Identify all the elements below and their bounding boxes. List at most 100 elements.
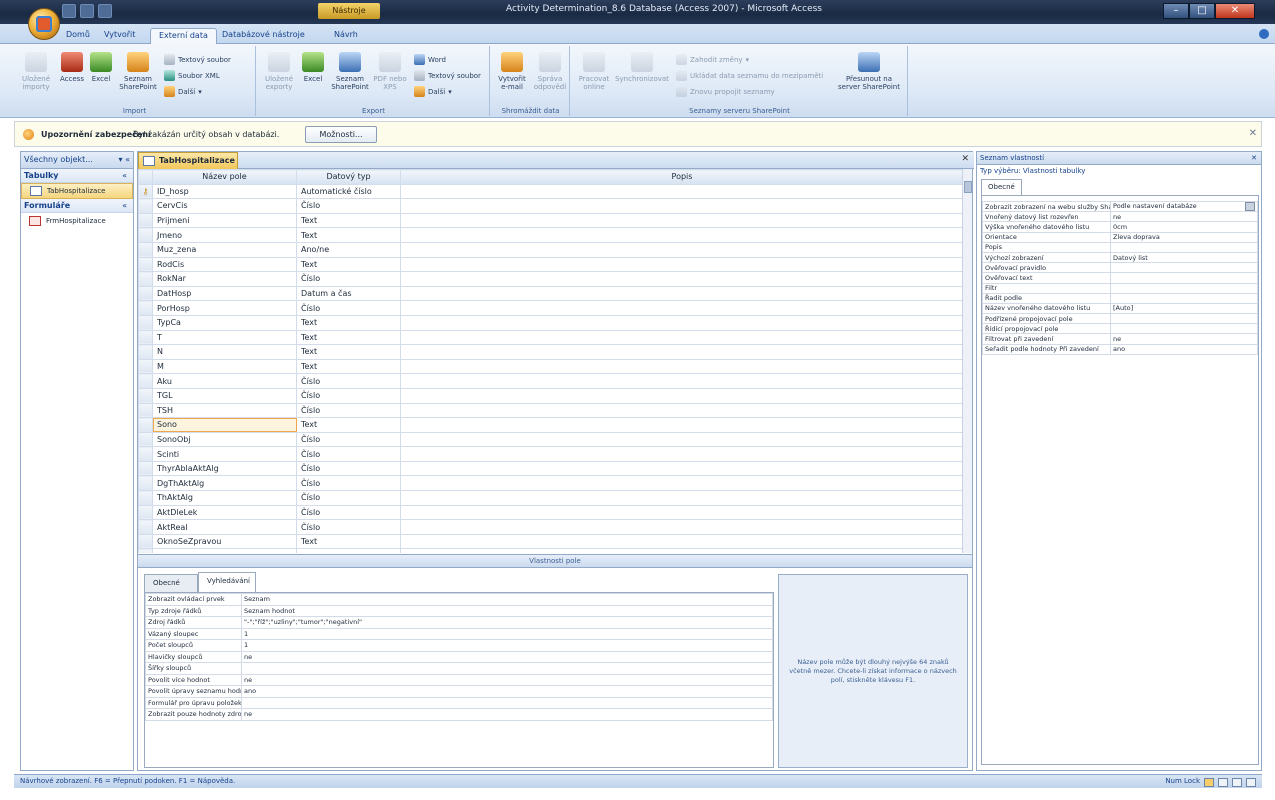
row-selector[interactable] [138,271,153,287]
field-name-cell[interactable]: TypCa [152,314,297,331]
row-selector[interactable] [138,227,153,243]
minimize-button[interactable]: – [1163,3,1189,19]
property-value[interactable]: ne [241,650,773,663]
table-row[interactable]: CervCis Číslo [138,198,964,214]
description-cell[interactable] [400,533,964,550]
property-value[interactable] [241,696,773,709]
data-type-cell[interactable]: Číslo [296,490,401,506]
description-cell[interactable] [400,548,964,553]
table-row[interactable]: PorHosp Číslo [138,300,964,316]
field-name-cell[interactable]: RodCis [152,256,297,273]
row-selector[interactable] [138,402,153,419]
export-text-file-button[interactable]: Textový soubor [414,70,481,81]
description-cell[interactable] [400,285,964,302]
field-name-cell[interactable]: SonoObj [152,431,297,448]
property-value[interactable]: [Auto] [1110,302,1258,315]
table-row[interactable]: Muz_zena Ano/ne [138,241,964,258]
data-type-cell[interactable]: Číslo [296,504,401,521]
table-row[interactable]: TypCa Text [138,314,964,331]
data-type-cell[interactable]: Text [296,548,401,553]
property-value[interactable]: 0cm [1110,221,1258,233]
property-value[interactable] [1110,282,1258,294]
table-row[interactable]: RodCis Text [138,256,964,273]
description-cell[interactable] [400,417,964,433]
property-value[interactable]: ne [241,673,773,686]
data-type-cell[interactable]: Text [296,314,401,331]
field-name-cell[interactable]: T [152,329,297,346]
row-selector[interactable] [138,460,153,477]
import-xml-button[interactable]: Soubor XML [164,70,220,81]
row-selector[interactable] [138,475,153,492]
data-type-cell[interactable]: Text [296,358,401,375]
field-name-cell[interactable]: ThyrAblaAktAlg [152,460,297,477]
tab-home[interactable]: Domů [58,28,98,44]
row-selector[interactable] [138,446,153,462]
description-cell[interactable] [400,460,964,477]
tab-design[interactable]: Návrh [326,28,366,44]
grid-corner[interactable] [138,169,153,185]
property-value[interactable] [1110,323,1258,335]
field-name-cell[interactable]: Text75 [152,548,297,553]
data-type-cell[interactable]: Text [296,329,401,346]
datasheet-view-icon[interactable] [1204,778,1214,787]
vertical-scrollbar[interactable] [962,169,972,553]
field-name-cell[interactable]: Prijmeni [152,212,297,229]
import-access-button[interactable]: Access [58,52,86,83]
nav-group-tables[interactable]: Tabulky « [21,169,133,183]
data-type-cell[interactable]: Číslo [296,198,401,214]
field-name-cell[interactable]: CervCis [152,198,297,214]
property-value[interactable]: Datový list [1110,251,1258,264]
table-row[interactable]: Scinti Číslo [138,446,964,462]
move-to-sharepoint-button[interactable]: Přesunout na server SharePoint [834,52,904,91]
description-cell[interactable] [400,198,964,214]
row-selector[interactable] [138,212,153,229]
table-row[interactable]: ThAktAlg Číslo [138,490,964,506]
field-name-cell[interactable]: Muz_zena [152,241,297,258]
table-row[interactable]: Jmeno Text [138,227,964,243]
pivotchart-view-icon[interactable] [1232,778,1242,787]
table-row[interactable]: Sono Text [138,417,964,433]
property-value[interactable]: ne [1110,333,1258,345]
property-value[interactable]: Podle nastavení databáze [1110,200,1258,213]
table-row[interactable]: ThyrAblaAktAlg Číslo [138,460,964,477]
saved-imports-button[interactable]: Uložené importy [16,52,56,91]
help-icon[interactable] [1259,29,1269,39]
property-value[interactable] [1110,313,1258,325]
description-cell[interactable] [400,504,964,521]
description-cell[interactable] [400,183,964,200]
design-view-icon[interactable] [1246,778,1256,787]
row-selector[interactable] [138,548,153,553]
data-type-cell[interactable]: Text [296,227,401,243]
property-value[interactable]: ne [1110,211,1258,223]
close-icon[interactable]: ✕ [961,154,969,164]
row-selector[interactable] [138,358,153,375]
field-name-cell[interactable]: ID_hosp [152,183,297,200]
data-type-cell[interactable]: Datum a čas [296,285,401,302]
work-online-button[interactable]: Pracovat online [576,52,612,91]
field-name-cell[interactable]: OknoSeZpravou [152,533,297,550]
description-cell[interactable] [400,475,964,492]
nav-item-tabhospitalizace[interactable]: TabHospitalizace [21,183,133,199]
description-cell[interactable] [400,358,964,375]
description-cell[interactable] [400,490,964,506]
table-row[interactable]: ⚷ ID_hosp Automatické číslo [138,183,964,200]
description-cell[interactable] [400,212,964,229]
table-row[interactable]: Aku Číslo [138,373,964,389]
tab-external-data[interactable]: Externí data [150,28,217,44]
description-cell[interactable] [400,431,964,448]
document-tab[interactable]: TabHospitalizace [138,152,238,169]
field-name-cell[interactable]: Sono [152,417,297,433]
property-value[interactable]: ano [241,685,773,698]
primary-key-icon[interactable]: ⚷ [138,183,153,200]
tab-create[interactable]: Vytvořit [96,28,143,44]
property-value[interactable]: Seznam [241,593,773,606]
data-type-cell[interactable]: Číslo [296,402,401,419]
description-cell[interactable] [400,271,964,287]
row-selector[interactable] [138,198,153,214]
scrollbar-thumb[interactable] [964,181,972,193]
data-type-cell[interactable]: Číslo [296,387,401,404]
nav-item-frmhospitalizace[interactable]: FrmHospitalizace [21,213,133,229]
data-type-cell[interactable]: Text [296,533,401,550]
import-excel-button[interactable]: Excel [88,52,114,83]
property-value[interactable] [241,662,773,675]
